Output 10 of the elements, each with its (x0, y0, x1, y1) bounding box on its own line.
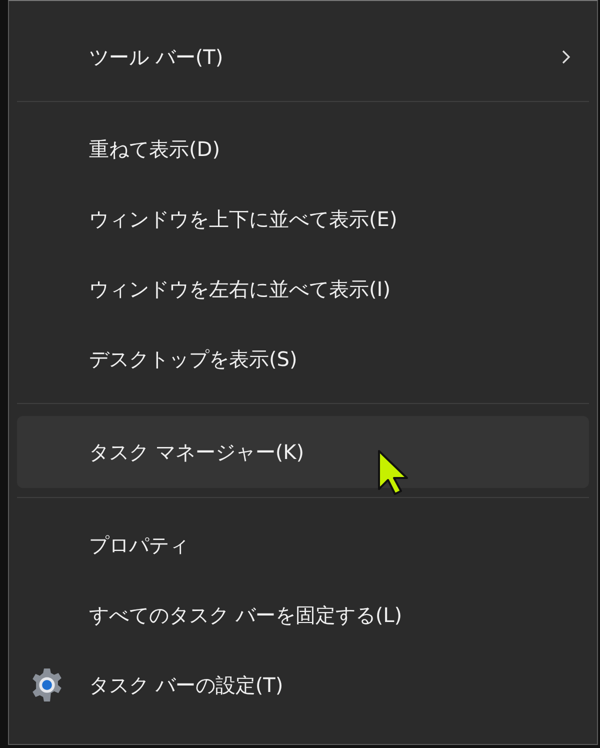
menu-item[interactable]: ツール バー(T) (17, 22, 589, 92)
menu-item[interactable]: タスク マネージャー(K) (17, 416, 589, 488)
menu-item[interactable]: 重ねて表示(D) (17, 114, 589, 184)
menu-item[interactable]: タスク バーの設定(T) (17, 650, 589, 720)
menu-item[interactable]: すべてのタスク バーを固定する(L) (17, 580, 589, 650)
menu-item[interactable]: プロパティ (17, 510, 589, 580)
menu-item[interactable]: ウィンドウを左右に並べて表示(I) (17, 254, 589, 324)
menu-item[interactable]: デスクトップを表示(S) (17, 324, 589, 394)
chevron-right-icon (561, 49, 571, 65)
menu-item[interactable]: ウィンドウを上下に並べて表示(E) (17, 184, 589, 254)
